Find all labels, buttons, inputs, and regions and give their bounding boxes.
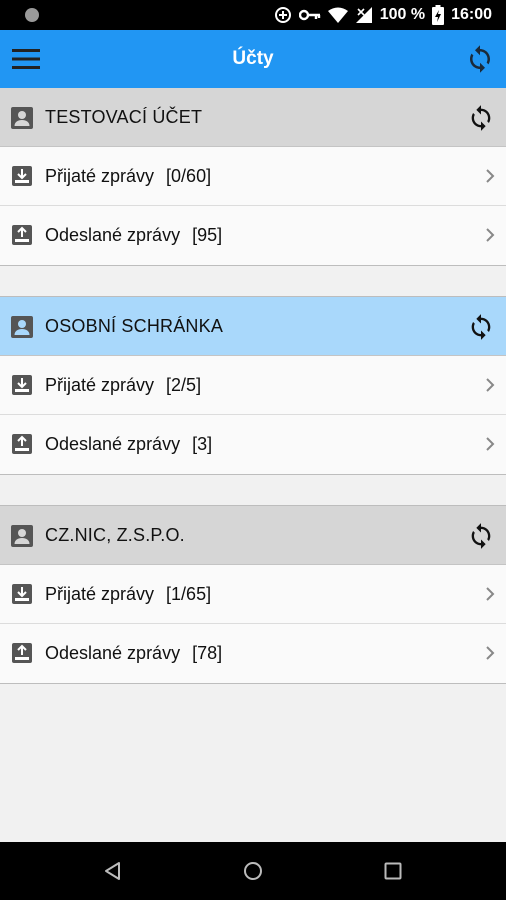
outbox-upload-icon: [12, 643, 32, 663]
inbox-download-icon: [12, 375, 32, 395]
sync-icon: [470, 45, 490, 73]
status-time: 16:00: [451, 6, 492, 23]
account-avatar-icon: [11, 316, 33, 338]
sent-messages-row[interactable]: Odeslané zprávy [78]: [0, 624, 506, 683]
notification-dot-icon: [25, 8, 39, 22]
account-card: TESTOVACÍ ÚČET Přijaté zprávy [0/60] Ode…: [0, 88, 506, 266]
account-avatar-icon: [11, 525, 33, 547]
account-name: OSOBNÍ SCHRÁNKA: [45, 316, 224, 336]
status-bar: 100 % 16:00: [0, 0, 506, 30]
received-messages-row[interactable]: Přijaté zprávy [0/60]: [0, 147, 506, 206]
outbox-upload-icon: [12, 434, 32, 454]
account-card: OSOBNÍ SCHRÁNKA Přijaté zprávy [2/5] Ode…: [0, 296, 506, 475]
account-sync-button[interactable]: [466, 312, 496, 342]
inbox-download-icon: [12, 584, 32, 604]
sync-all-button[interactable]: [462, 41, 498, 77]
wifi-icon: [327, 7, 348, 23]
chevron-right-icon: [486, 646, 495, 660]
message-count: [1/65]: [166, 584, 212, 604]
message-count: [2/5]: [166, 375, 202, 395]
recent-apps-icon[interactable]: [384, 862, 402, 880]
received-messages-row[interactable]: Přijaté zprávy [2/5]: [0, 356, 506, 415]
data-saver-icon: [274, 7, 291, 23]
chevron-right-icon: [486, 228, 495, 242]
battery-percent: 100 %: [379, 6, 426, 23]
app-bar: Účty: [0, 30, 506, 88]
vpn-key-icon: [298, 9, 320, 21]
sent-messages-row[interactable]: Odeslané zprávy [3]: [0, 415, 506, 474]
account-header[interactable]: OSOBNÍ SCHRÁNKA: [0, 297, 506, 356]
inbox-download-icon: [12, 166, 32, 186]
received-messages-row[interactable]: Přijaté zprávy [1/65]: [0, 565, 506, 624]
message-count: [78]: [192, 643, 223, 663]
account-name: TESTOVACÍ ÚČET: [45, 107, 203, 127]
accounts-list: TESTOVACÍ ÚČET Přijaté zprávy [0/60] Ode…: [0, 88, 506, 842]
battery-charging-icon: [432, 5, 445, 25]
sync-icon: [471, 523, 491, 549]
message-count: [0/60]: [166, 166, 212, 186]
chevron-right-icon: [486, 169, 495, 183]
account-card: CZ.NIC, Z.S.P.O. Přijaté zprávy [1/65] O…: [0, 505, 506, 684]
outbox-upload-icon: [12, 225, 32, 245]
account-sync-button[interactable]: [466, 103, 496, 133]
account-avatar-icon: [11, 107, 33, 129]
system-nav-bar: [0, 842, 506, 900]
home-icon[interactable]: [243, 861, 263, 881]
menu-button[interactable]: [8, 41, 44, 77]
message-count: [95]: [192, 225, 223, 245]
row-label: Přijaté zprávy: [45, 375, 155, 395]
message-count: [3]: [192, 434, 213, 454]
back-icon[interactable]: [103, 861, 123, 881]
sync-icon: [471, 105, 491, 131]
account-name: CZ.NIC, Z.S.P.O.: [45, 525, 185, 545]
account-header[interactable]: CZ.NIC, Z.S.P.O.: [0, 506, 506, 565]
signal-icon: [355, 7, 372, 23]
row-label: Odeslané zprávy: [45, 643, 181, 663]
chevron-right-icon: [486, 378, 495, 392]
row-label: Odeslané zprávy: [45, 434, 181, 454]
chevron-right-icon: [486, 587, 495, 601]
sync-icon: [471, 314, 491, 340]
row-label: Přijaté zprávy: [45, 584, 155, 604]
row-label: Přijaté zprávy: [45, 166, 155, 186]
row-label: Odeslané zprávy: [45, 225, 181, 245]
chevron-right-icon: [486, 437, 495, 451]
hamburger-menu-icon: [12, 49, 40, 69]
status-icons: 100 % 16:00: [274, 0, 492, 30]
account-header[interactable]: TESTOVACÍ ÚČET: [0, 88, 506, 147]
account-sync-button[interactable]: [466, 521, 496, 551]
sent-messages-row[interactable]: Odeslané zprávy [95]: [0, 206, 506, 265]
page-title: Účty: [232, 48, 274, 69]
